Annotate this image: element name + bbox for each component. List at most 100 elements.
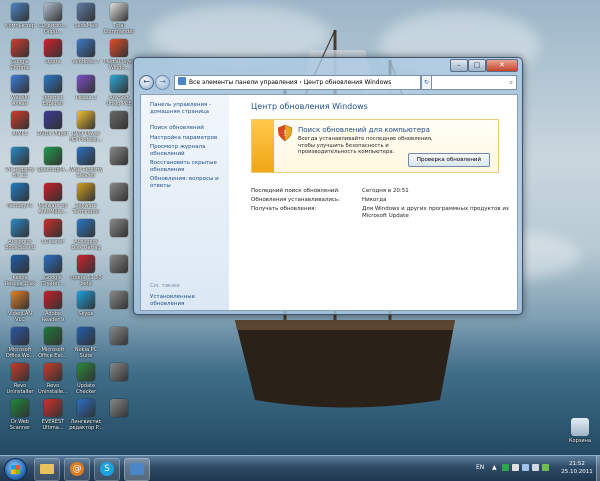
language-indicator[interactable]: EN [476, 464, 484, 471]
desktop-shortcut[interactable] [102, 399, 136, 419]
desktop-shortcut[interactable]: Total Commander [102, 3, 136, 35]
desktop-shortcut[interactable]: Vit Registry Fix 12 [3, 147, 37, 179]
power-tray-icon[interactable] [542, 464, 549, 471]
desktop-shortcut[interactable] [102, 147, 136, 167]
desktop-shortcut[interactable]: CD-диско... Оnpu... [36, 3, 70, 35]
sidebar-link-settings[interactable]: Настройка параметров [150, 135, 226, 142]
desktop-shortcut[interactable]: Skype [69, 291, 103, 317]
antivirus-tray-icon[interactable] [502, 464, 509, 471]
taskbar-skype-button[interactable]: S [94, 458, 120, 481]
search-input[interactable]: ⌕ [431, 75, 517, 90]
desktop-shortcut-label: AnvSoft Unsig PCE [106, 95, 132, 107]
desktop-shortcut[interactable]: AnvSoft Unsig PCE [102, 75, 136, 107]
desktop-shortcut[interactable] [102, 291, 136, 311]
maximize-button[interactable]: □ [468, 59, 486, 72]
sidebar-link-restore-hidden[interactable]: Восстановить скрытые обновления [150, 160, 226, 174]
back-arrow-icon: ← [143, 77, 150, 86]
desktop-shortcut[interactable]: Wakelu Алкан [3, 75, 37, 107]
desktop-shortcut[interactable]: Kaspe Rescue Disk PRO [3, 255, 37, 287]
taskbar-mail-button[interactable]: @ [64, 458, 90, 481]
network-tray-icon[interactable] [522, 464, 529, 471]
desktop-shortcut[interactable]: AIMP2 [3, 111, 37, 137]
desktop-shortcut[interactable]: Opera [36, 39, 70, 65]
sidebar-home-link[interactable]: Панель управления - домашняя страница [150, 102, 226, 116]
desktop-shortcut[interactable]: NeoSpyPC [3, 183, 37, 209]
drweb-icon [11, 399, 29, 417]
desktop-shortcut[interactable]: Microsoft Office Wo... [3, 327, 37, 359]
shield-icon [77, 183, 95, 201]
close-button[interactable]: ✕ [486, 59, 518, 72]
desktop-shortcut[interactable]: Windows 7 [69, 39, 103, 65]
desktop-shortcut[interactable]: Google Планет... [36, 255, 70, 287]
minimize-button[interactable]: – [450, 59, 468, 72]
warning-strip [252, 120, 274, 172]
desktop-shortcut[interactable]: Update Checker [69, 363, 103, 395]
info-label: Последний поиск обновлений: [251, 188, 340, 194]
desktop-shortcut[interactable]: Nokia PC Suite [69, 327, 103, 359]
flag-tray-icon[interactable] [512, 464, 519, 471]
desktop-shortcut[interactable]: VideoLAN VLC [3, 291, 37, 323]
registry-icon [11, 147, 29, 165]
desktop-shortcut[interactable]: DVDx Player [36, 111, 70, 137]
window-titlebar[interactable]: – □ ✕ [134, 58, 522, 74]
desktop-shortcut[interactable]: SpeedUpM... [36, 147, 70, 173]
taskbar-control-panel-button[interactable] [124, 458, 150, 481]
desktop-shortcut[interactable]: Malware by Anti-Malw... [36, 183, 70, 215]
sidebar-link-check-updates[interactable]: Поиск обновлений [150, 125, 226, 132]
clock[interactable]: 21:52 25.10.2011 [557, 460, 597, 476]
app-icon [110, 363, 128, 381]
desktop-shortcut[interactable]: SlideMeb [69, 3, 103, 29]
chrome-icon [11, 39, 29, 57]
forward-button[interactable]: → [155, 75, 170, 90]
ie-icon [44, 75, 62, 93]
volume-tray-icon[interactable] [532, 464, 539, 471]
desktop-shortcut-label: SpeedUpM... [37, 167, 69, 173]
desktop-shortcut[interactable]: Wise Registry Cleaner [69, 147, 103, 179]
desktop-shortcut[interactable]: Picasa 3 [69, 75, 103, 101]
desktop-shortcut[interactable]: Google Chrome [3, 39, 37, 71]
desktop-shortcut[interactable]: EVEREST Ultima... [36, 399, 70, 431]
recycle-bin-icon[interactable]: Корзина [563, 418, 597, 444]
address-text: Все элементы панели управления › Центр о… [189, 79, 392, 86]
show-desktop-button[interactable] [596, 456, 600, 481]
address-bar[interactable]: Все элементы панели управления › Центр о… [174, 75, 421, 90]
desktop-shortcut[interactable]: Adobe Reader 9 [36, 291, 70, 323]
desktop-shortcut[interactable]: DVD Player HD Professi... [69, 111, 103, 143]
skype-icon: S [100, 462, 114, 476]
desktop-shortcut[interactable]: Microsoft Office Exc... [36, 327, 70, 359]
desktop-shortcut[interactable]: Лингвистис редактор P... [69, 399, 103, 431]
sidebar-link-history[interactable]: Просмотр журнала обновлений [150, 144, 226, 158]
desktop-shortcut[interactable] [102, 183, 136, 203]
desktop-shortcut-label: Internet Explorer [42, 95, 64, 107]
check-updates-button[interactable]: Проверка обновлений [408, 153, 490, 167]
desktop-shortcut[interactable]: Revo Uninstaller [3, 363, 37, 395]
desktop-shortcut[interactable]: Revo Uninstalle... [36, 363, 70, 395]
picasa-icon [77, 75, 95, 93]
desktop-shortcut[interactable]: Internet Explorer [36, 75, 70, 107]
pdf-icon [44, 291, 62, 309]
info-label: Получать обновления: [251, 206, 317, 212]
desktop-shortcut-label: Wakelu Алкан [10, 95, 30, 107]
desktop-shortcut[interactable]: Dr.Web Scanner [3, 399, 37, 431]
desktop-shortcut[interactable]: Auslogics Disk Defrag [69, 219, 103, 251]
desktop-shortcut[interactable] [102, 327, 136, 347]
desktop-shortcut[interactable] [102, 255, 136, 275]
desktop-shortcut[interactable]: MediaPlayer Windo... [102, 39, 136, 71]
desktop-shortcut[interactable]: Opera 11.50 beta [69, 255, 103, 287]
sidebar-link-installed[interactable]: Установленные обновления [150, 294, 226, 308]
excel-icon [44, 327, 62, 345]
start-button[interactable] [4, 458, 27, 481]
desktop-shortcut[interactable]: Auslogics BoostSpeed [3, 219, 37, 251]
desktop-shortcut[interactable] [102, 363, 136, 383]
desktop-shortcut-label: Malware by Anti-Malw... [38, 203, 68, 215]
desktop-shortcut-label: Microsoft Office Wo... [5, 347, 35, 359]
sidebar-link-faq[interactable]: Обновления: вопросы и ответы [150, 176, 226, 190]
desktop-shortcut[interactable] [102, 219, 136, 239]
desktop-shortcut[interactable]: Spyware Terminator [69, 183, 103, 215]
desktop-shortcut[interactable] [102, 111, 136, 131]
back-button[interactable]: ← [139, 75, 154, 90]
desktop-shortcut[interactable]: CCleaner [36, 219, 70, 245]
show-hidden-icons-icon[interactable]: ▲ [492, 464, 499, 471]
desktop-shortcut[interactable]: Компьютер [3, 3, 37, 29]
taskbar-explorer-button[interactable] [34, 458, 60, 481]
